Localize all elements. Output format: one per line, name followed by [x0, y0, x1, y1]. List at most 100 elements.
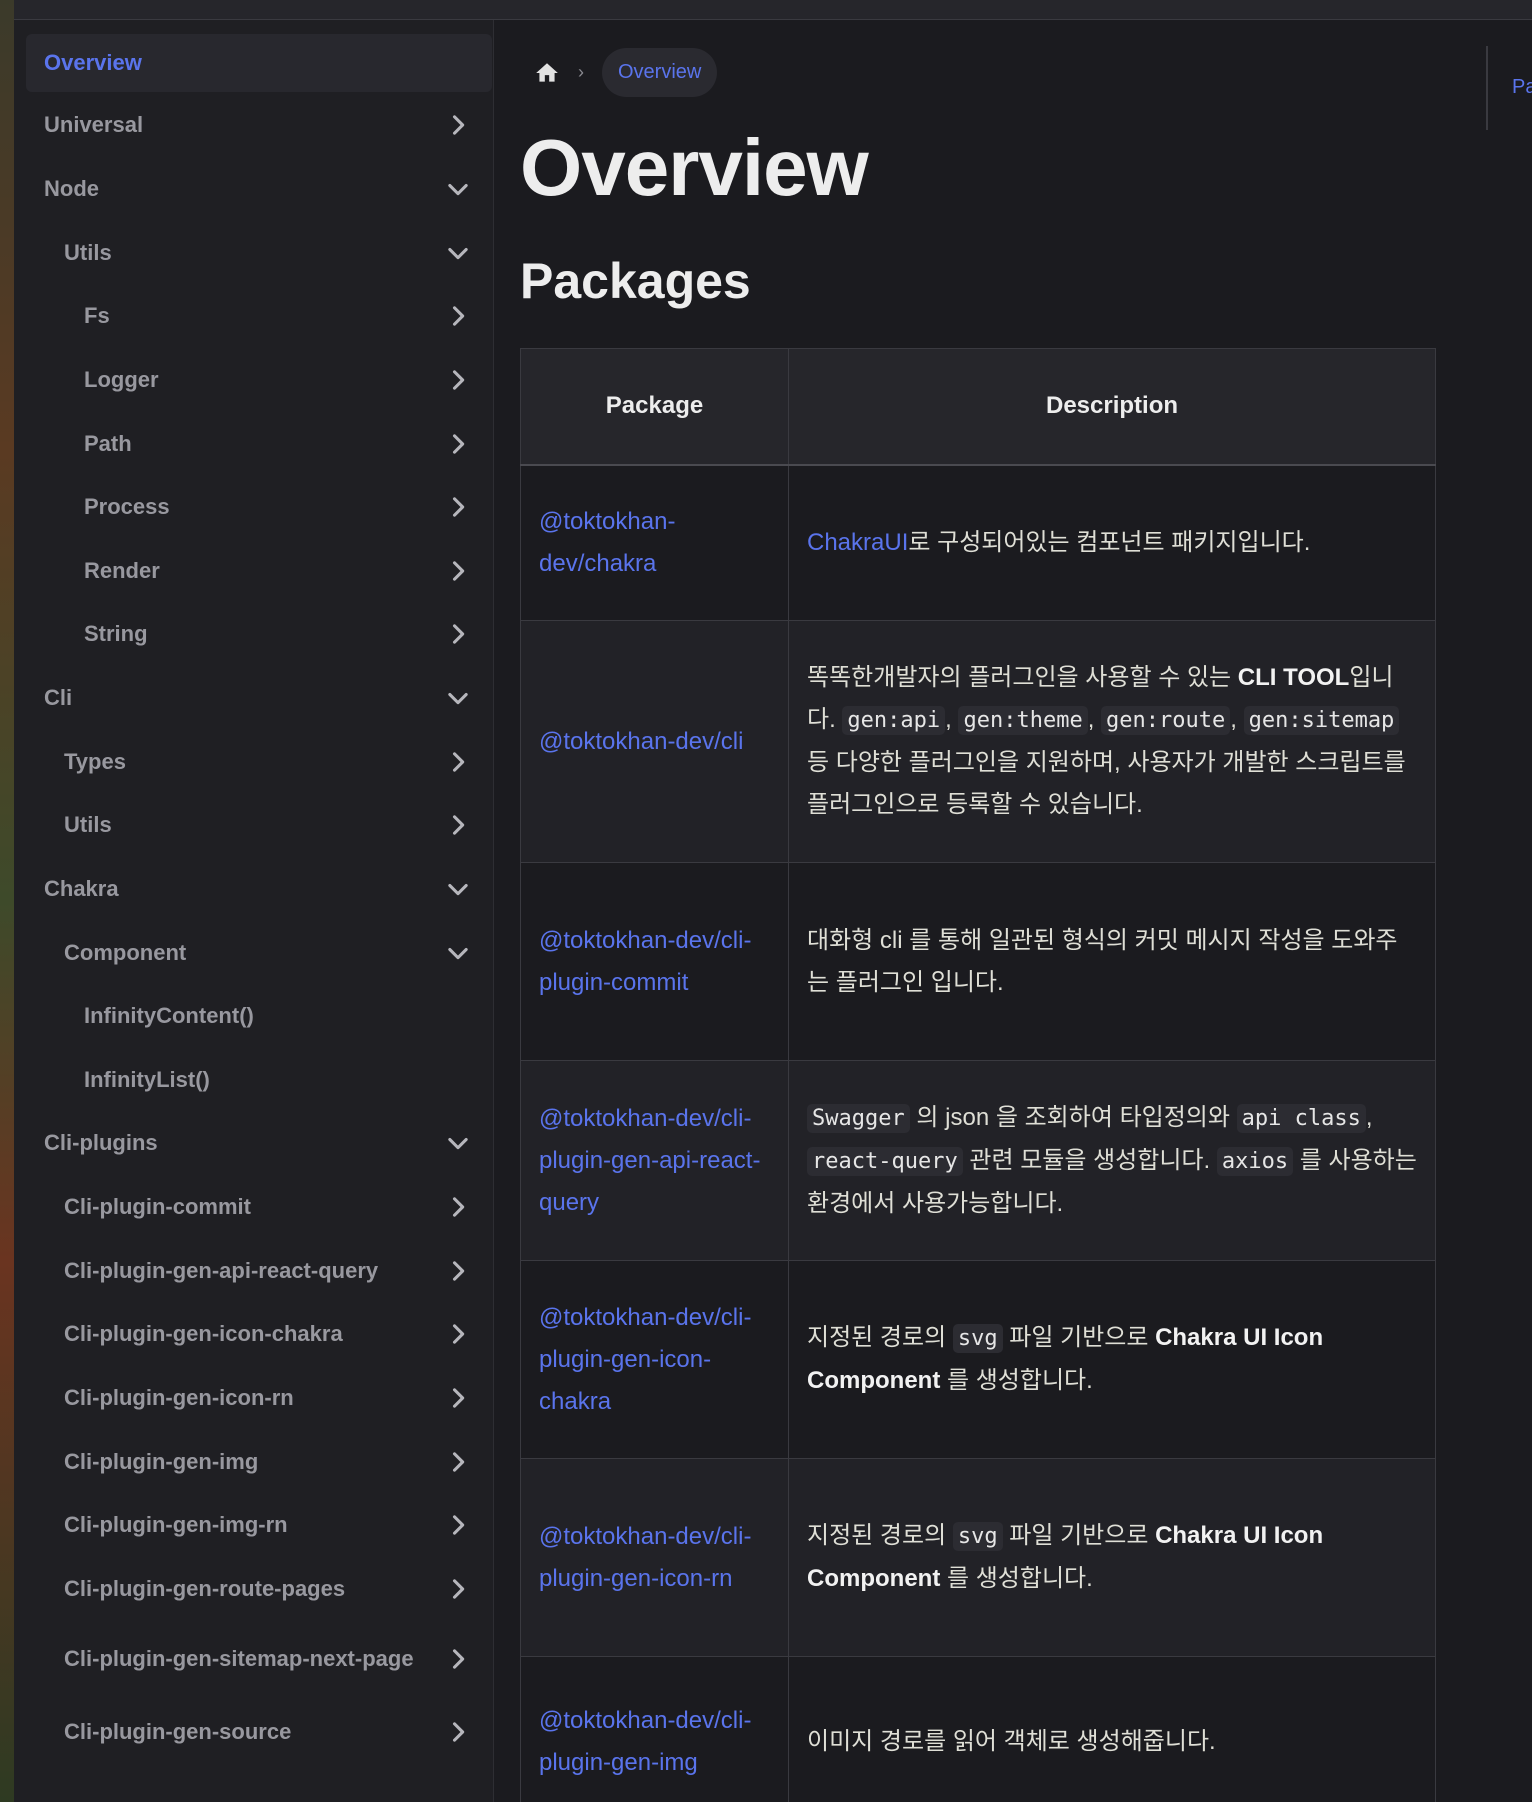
- description-text: 의 json 을 조회하여 타입정의와: [909, 1103, 1237, 1131]
- sidebar-item-label: Universal: [44, 112, 144, 137]
- sidebar-item[interactable]: String: [26, 605, 492, 663]
- sidebar-item-label: Chakra: [44, 876, 119, 901]
- table-row: @toktokhan-dev/cli-plugin-gen-icon-chakr…: [520, 1260, 1436, 1459]
- sidebar-item[interactable]: Cli-plugin-gen-api-react-query: [26, 1242, 492, 1300]
- package-description: ChakraUI로 구성되어있는 컴포넌트 패키지입니다.: [788, 464, 1436, 621]
- sidebar-item[interactable]: Utils: [26, 224, 492, 282]
- sidebar-item[interactable]: Cli-plugin-gen-icon-rn: [26, 1369, 492, 1427]
- table-row: @toktokhan-dev/cli-plugin-gen-img 이미지 경로를…: [520, 1656, 1436, 1802]
- sidebar-item[interactable]: Cli-plugin-gen-img-rn: [26, 1496, 492, 1554]
- description-text: 대화형 cli 를 통해 일관된 형식의 커밋 메시지 작성을 도와주는 플러그…: [807, 926, 1398, 996]
- package-link[interactable]: @toktokhan-dev/cli-plugin-gen-img: [520, 1656, 789, 1802]
- sidebar-item[interactable]: Cli-plugin-gen-img: [26, 1433, 492, 1491]
- description-link[interactable]: ChakraUI: [807, 529, 908, 556]
- inline-code: Swagger: [807, 1103, 910, 1133]
- packages-table: Package Description @toktokhan-dev/chakr…: [520, 348, 1436, 1802]
- description-text: 똑똑한개발자의 플러그인을 사용할 수 있는: [807, 664, 1238, 691]
- column-header-description: Description: [788, 348, 1436, 466]
- sidebar-item[interactable]: Fs: [26, 287, 492, 345]
- table-row: @toktokhan-dev/chakra ChakraUI로 구성되어있는 컴포…: [520, 464, 1436, 621]
- sidebar-item-label: Cli-plugin-gen-route-pages: [64, 1576, 346, 1601]
- sidebar-item[interactable]: Component: [26, 924, 492, 982]
- chevron-right-icon[interactable]: [444, 1575, 472, 1603]
- package-link[interactable]: @toktokhan-dev/cli-plugin-gen-icon-chakr…: [520, 1260, 789, 1459]
- chevron-right-icon[interactable]: [444, 302, 472, 330]
- sidebar-item[interactable]: Cli-plugin-gen-sitemap-next-page: [26, 1620, 492, 1698]
- breadcrumb-current[interactable]: Overview: [602, 48, 718, 97]
- chevron-right-icon[interactable]: [444, 557, 472, 585]
- chevron-right-icon[interactable]: [444, 748, 472, 776]
- sidebar-item[interactable]: Render: [26, 542, 492, 600]
- sidebar-item-label: Path: [84, 431, 132, 456]
- table-row: @toktokhan-dev/cli-plugin-gen-icon-rn 지정된…: [520, 1458, 1436, 1657]
- sidebar-item[interactable]: Cli-plugin-gen-route-pages: [26, 1560, 492, 1618]
- sidebar-item-label: InfinityList(): [84, 1067, 210, 1092]
- sidebar-item[interactable]: Chakra: [26, 860, 492, 918]
- package-link[interactable]: @toktokhan-dev/cli-plugin-gen-api-react-…: [520, 1060, 789, 1261]
- package-link[interactable]: @toktokhan-dev/cli: [520, 620, 789, 863]
- description-text: ,: [1365, 1103, 1373, 1131]
- chevron-right-icon[interactable]: [444, 366, 472, 394]
- inline-code: gen:route: [1101, 706, 1231, 735]
- sidebar-item[interactable]: Cli-plugins: [26, 1114, 492, 1172]
- sidebar-item-label: Process: [84, 494, 170, 519]
- chevron-right-icon[interactable]: [444, 430, 472, 458]
- chevron-right-icon[interactable]: [444, 1448, 472, 1476]
- chevron-right-icon[interactable]: [444, 1645, 472, 1673]
- sidebar-item[interactable]: Logger: [26, 351, 492, 409]
- sidebar-item[interactable]: Process: [26, 478, 492, 536]
- sidebar-item-label: Component: [64, 940, 187, 965]
- chevron-right-icon[interactable]: [444, 1257, 472, 1285]
- description-text: 지정된 경로의: [807, 1324, 953, 1351]
- chevron-down-icon[interactable]: [444, 684, 472, 712]
- sidebar-item[interactable]: Cli: [26, 669, 492, 727]
- chevron-right-icon[interactable]: [444, 1384, 472, 1412]
- sidebar-item[interactable]: Types: [26, 733, 492, 791]
- bold-text: CLI TOOL: [1237, 664, 1350, 691]
- chevron-down-icon[interactable]: [444, 875, 472, 903]
- inline-code: gen:theme: [958, 706, 1088, 735]
- chevron-down-icon[interactable]: [444, 175, 472, 203]
- sidebar-item[interactable]: Utils: [26, 796, 492, 854]
- description-text: 파일 기반으로: [1002, 1522, 1156, 1549]
- package-link[interactable]: @toktokhan-dev/cli-plugin-gen-icon-rn: [520, 1458, 789, 1657]
- main-content: › Overview Overview Packages Package Des…: [494, 20, 1532, 1802]
- sidebar-item[interactable]: Path: [26, 415, 492, 473]
- sidebar-item[interactable]: InfinityList(): [26, 1051, 492, 1109]
- description-text: 등 다양한 플러그인을 지원하며, 사용자가 개발한 스크립트를 플러그인으로 …: [807, 749, 1406, 818]
- chevron-right-icon[interactable]: [444, 811, 472, 839]
- inline-code: api class: [1236, 1103, 1366, 1133]
- table-row: @toktokhan-dev/cli-plugin-gen-api-react-…: [520, 1060, 1436, 1261]
- toc-label[interactable]: Pa: [1512, 76, 1532, 99]
- home-icon[interactable]: [534, 60, 560, 86]
- sidebar-item-label: Utils: [64, 812, 112, 837]
- sidebar-item[interactable]: Node: [26, 160, 492, 218]
- sidebar-item-label: Cli-plugin-gen-icon-rn: [64, 1385, 294, 1410]
- chevron-right-icon[interactable]: [444, 493, 472, 521]
- sidebar-item-label: Cli-plugin-commit: [64, 1194, 251, 1219]
- package-description: 지정된 경로의 svg 파일 기반으로 Chakra UI Icon Compo…: [788, 1458, 1436, 1657]
- chevron-right-icon[interactable]: [444, 1193, 472, 1221]
- chevron-right-icon: ›: [578, 62, 584, 82]
- sidebar-item[interactable]: InfinityContent(): [26, 987, 492, 1045]
- toc-divider: [1486, 46, 1488, 130]
- inline-code: react-query: [807, 1146, 963, 1176]
- chevron-down-icon[interactable]: [444, 239, 472, 267]
- inline-code: gen:api: [842, 706, 946, 735]
- chevron-right-icon[interactable]: [444, 1511, 472, 1539]
- package-link[interactable]: @toktokhan-dev/chakra: [520, 464, 789, 621]
- sidebar-item[interactable]: Cli-plugin-gen-icon-chakra: [26, 1305, 492, 1363]
- chevron-right-icon[interactable]: [444, 620, 472, 648]
- sidebar-item[interactable]: Cli-plugin-commit: [26, 1178, 492, 1236]
- sidebar-item-label: Cli-plugin-gen-img: [64, 1449, 259, 1474]
- chevron-right-icon[interactable]: [444, 111, 472, 139]
- chevron-right-icon[interactable]: [444, 1320, 472, 1348]
- breadcrumb: › Overview: [534, 48, 718, 97]
- package-link[interactable]: @toktokhan-dev/cli-plugin-commit: [520, 862, 789, 1061]
- sidebar-item[interactable]: Overview: [26, 34, 492, 92]
- sidebar-item[interactable]: Universal: [26, 96, 492, 154]
- chevron-down-icon[interactable]: [444, 939, 472, 967]
- chevron-right-icon[interactable]: [444, 1718, 472, 1746]
- sidebar-item[interactable]: Cli-plugin-gen-source: [26, 1703, 492, 1761]
- chevron-down-icon[interactable]: [444, 1129, 472, 1157]
